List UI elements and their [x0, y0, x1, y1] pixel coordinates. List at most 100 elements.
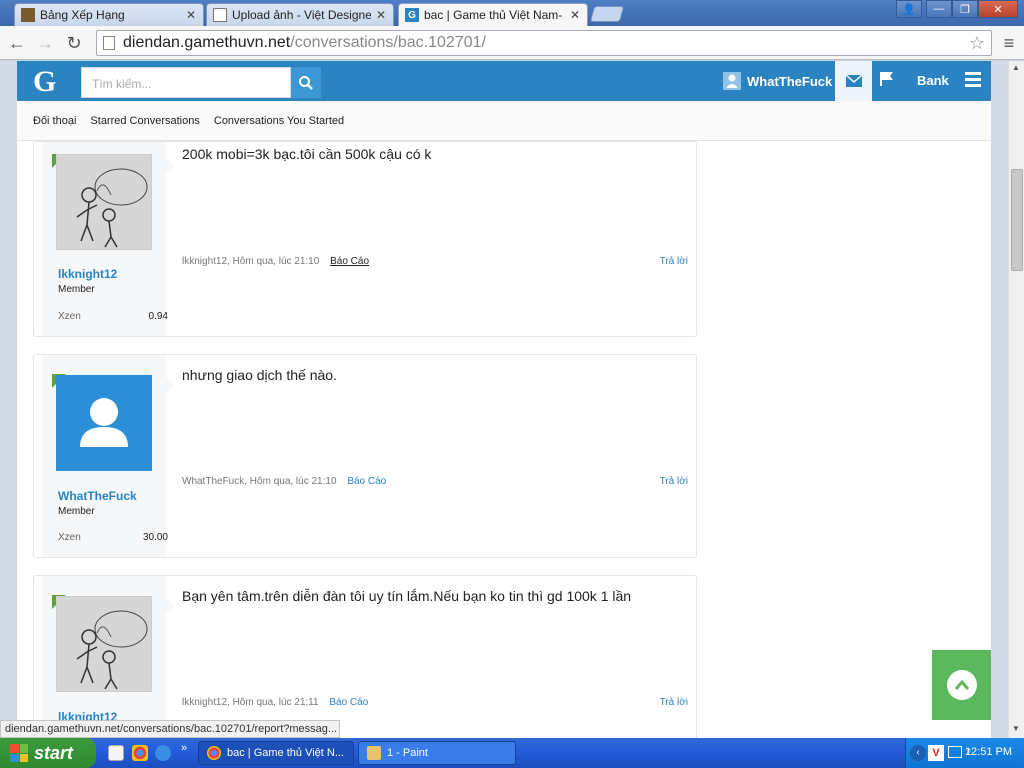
reply-link[interactable]: Trả lời: [660, 256, 688, 267]
ie-quicklaunch-icon[interactable]: [155, 745, 171, 761]
page-viewport: G Tìm kiếm... WhatTheFuck Bank Đối thoại: [0, 61, 1008, 738]
taskbar-item-paint[interactable]: 1 - Paint: [358, 741, 516, 765]
alerts-flag-icon[interactable]: [879, 71, 899, 91]
author-name[interactable]: WhatTheFuck: [58, 489, 137, 503]
user-avatar[interactable]: [56, 154, 152, 250]
xzen-value: 30.00: [142, 532, 168, 543]
message-userinfo: lkknight12: [42, 576, 166, 738]
favicon-icon: [21, 8, 35, 22]
message-item: lkknight12 Member Xzen 0.94 200k mobi=3k…: [33, 141, 697, 337]
envelope-icon: [845, 75, 862, 87]
browser-tabstrip: Bảng Xếp Hạng ✕ Upload ảnh - Việt Design…: [0, 0, 1024, 26]
user-profile-icon[interactable]: 👤: [896, 0, 922, 18]
message-arrow: [166, 598, 174, 614]
subnav-started[interactable]: Conversations You Started: [214, 115, 344, 127]
xzen-label: Xzen: [58, 311, 81, 322]
site-logo[interactable]: G: [33, 65, 56, 99]
message-arrow: [166, 158, 174, 174]
paint-icon: [367, 746, 381, 760]
chrome-icon: [207, 746, 221, 760]
back-icon[interactable]: ←: [6, 32, 28, 54]
message-meta: lkknight12, Hôm qua, lúc 21:11 Báo Cáo: [182, 697, 368, 708]
tab-title: Bảng Xếp Hạng: [40, 8, 125, 22]
chevron-up-icon: [946, 670, 977, 700]
reply-link[interactable]: Trả lời: [660, 697, 688, 708]
taskbar-item-label: 1 - Paint: [387, 747, 428, 759]
forum-page: G Tìm kiếm... WhatTheFuck Bank Đối thoại: [17, 61, 991, 738]
chrome-quicklaunch-icon[interactable]: [132, 745, 148, 761]
system-tray: ‹ V ♪ 12:51 PM: [905, 738, 1024, 768]
page-icon: [213, 8, 227, 22]
windows-logo-icon: [10, 744, 28, 762]
default-avatar[interactable]: [56, 375, 152, 471]
site-header: G Tìm kiếm... WhatTheFuck Bank: [17, 61, 991, 101]
message-item: lkknight12 Bạn yên tâm.trên diễn đàn tôi…: [33, 575, 697, 738]
tray-expand-icon[interactable]: ‹: [910, 745, 926, 761]
close-window-icon[interactable]: ✕: [978, 0, 1018, 18]
subnav-starred[interactable]: Starred Conversations: [90, 115, 199, 127]
message-arrow: [166, 377, 174, 393]
minimize-icon[interactable]: —: [926, 0, 952, 18]
windows-taskbar: start » bac | Game thủ Việt N... 1 - Pai…: [0, 738, 1024, 768]
user-avatar-icon: [723, 72, 741, 90]
report-link[interactable]: Báo Cáo: [329, 697, 368, 708]
browser-toolbar: ← → ↻ diendan.gamethuvn.net/conversation…: [0, 26, 1024, 60]
taskbar-clock[interactable]: 12:51 PM: [965, 746, 1012, 758]
chrome-menu-icon[interactable]: ≡: [998, 32, 1020, 54]
tab-title: bac | Game thủ Việt Nam- MU: [424, 8, 565, 22]
report-link[interactable]: Báo Cáo: [347, 476, 386, 487]
reload-icon[interactable]: ↻: [63, 32, 85, 54]
address-bar[interactable]: diendan.gamethuvn.net/conversations/bac.…: [96, 30, 992, 56]
message-author-date: WhatTheFuck, Hôm qua, lúc 21:10: [182, 476, 337, 487]
antivirus-tray-icon[interactable]: V: [928, 745, 944, 761]
message-userinfo: WhatTheFuck Member Xzen 30.00: [42, 355, 168, 557]
page-scrollbar[interactable]: ▲ ▼: [1008, 61, 1024, 738]
start-label: start: [34, 742, 74, 763]
author-role: Member: [58, 506, 95, 517]
tab-upload-anh[interactable]: Upload ảnh - Việt Designer ✕: [206, 3, 394, 26]
search-input[interactable]: Tìm kiếm...: [81, 67, 291, 98]
tab-active-conversation[interactable]: G bac | Game thủ Việt Nam- MU ✕: [398, 3, 588, 26]
scroll-to-top-button[interactable]: [932, 650, 991, 720]
new-tab-button[interactable]: [589, 6, 625, 22]
scrollbar-thumb[interactable]: [1011, 169, 1023, 271]
search-icon: [299, 75, 313, 90]
notepad-quicklaunch-icon[interactable]: [108, 745, 124, 761]
hamburger-menu-icon[interactable]: [965, 72, 981, 88]
bank-link[interactable]: Bank: [917, 73, 949, 88]
close-icon[interactable]: ✕: [569, 8, 581, 22]
taskbar-item-label: bac | Game thủ Việt N...: [227, 747, 344, 759]
message-author-date: lkknight12, Hôm qua, lúc 21:11: [182, 697, 319, 708]
restore-icon[interactable]: ❐: [952, 0, 978, 18]
network-tray-icon[interactable]: [948, 746, 962, 758]
forward-icon[interactable]: →: [34, 32, 56, 54]
scroll-up-icon[interactable]: ▲: [1012, 63, 1020, 72]
tab-title: Upload ảnh - Việt Designer: [232, 8, 371, 22]
close-icon[interactable]: ✕: [185, 8, 197, 22]
taskbar-item-chrome[interactable]: bac | Game thủ Việt N...: [198, 741, 354, 765]
message-text: Bạn yên tâm.trên diễn đàn tôi uy tín lắm…: [182, 588, 632, 604]
scroll-down-icon[interactable]: ▼: [1012, 724, 1020, 733]
user-avatar[interactable]: [56, 596, 152, 692]
subnav-conversations[interactable]: Đối thoại: [33, 115, 76, 127]
user-silhouette-icon: [80, 398, 128, 447]
reply-link[interactable]: Trả lời: [660, 476, 688, 487]
user-account-link[interactable]: WhatTheFuck: [723, 72, 832, 90]
bookmark-star-icon[interactable]: ☆: [969, 33, 985, 54]
message-userinfo: lkknight12 Member Xzen 0.94: [42, 142, 168, 336]
message-text: nhưng giao dịch thế nào.: [182, 367, 337, 383]
search-button[interactable]: [291, 67, 321, 98]
start-button[interactable]: start: [0, 738, 96, 768]
xzen-label: Xzen: [58, 532, 81, 543]
message-item: WhatTheFuck Member Xzen 30.00 nhưng giao…: [33, 354, 697, 558]
gamethuvn-favicon-icon: G: [405, 8, 419, 22]
close-icon[interactable]: ✕: [375, 8, 387, 22]
author-name[interactable]: lkknight12: [58, 267, 117, 281]
message-author-date: lkknight12, Hôm qua, lúc 21:10: [182, 256, 320, 267]
inbox-button[interactable]: [835, 61, 872, 101]
report-link[interactable]: Báo Cáo: [330, 256, 369, 267]
link-status-bar: diendan.gamethuvn.net/conversations/bac.…: [0, 720, 340, 738]
tab-bang-xep-hang[interactable]: Bảng Xếp Hạng ✕: [14, 3, 204, 26]
page-icon: [103, 36, 115, 50]
quicklaunch-more-icon[interactable]: »: [181, 742, 187, 754]
